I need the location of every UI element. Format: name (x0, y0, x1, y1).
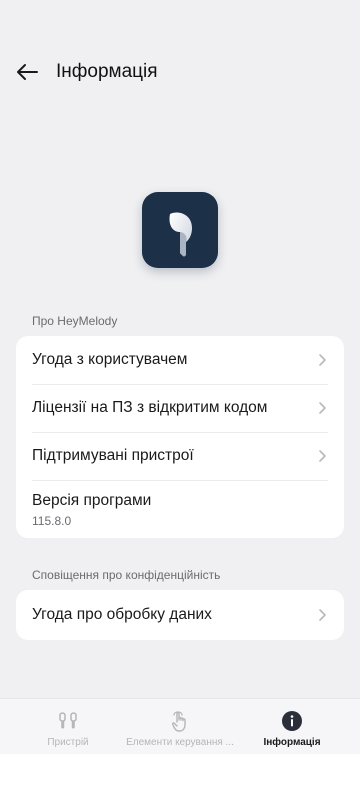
user-agreement-label: Угода з користувачем (32, 351, 188, 368)
nav-tab-device-label: Пристрій (47, 737, 89, 748)
touch-icon (168, 709, 192, 733)
header: Інформація (0, 56, 360, 88)
back-arrow-icon (17, 64, 38, 80)
chevron-right-icon (319, 402, 326, 414)
nav-tab-info-label: Інформація (263, 737, 321, 748)
app-version-label: Версія програми (32, 492, 152, 509)
bottom-navigation: Пристрій Елементи керування ... Інформац… (0, 698, 360, 754)
privacy-section-label: Сповіщення про конфіденційність (32, 568, 221, 582)
data-processing-agreement-row[interactable]: Угода про обробку даних (16, 590, 344, 640)
nav-tab-controls-label: Елементи керування ... (126, 737, 234, 748)
supported-devices-label: Підтримувані пристрої (32, 447, 194, 464)
back-button[interactable] (12, 58, 42, 86)
about-card: Угода з користувачем Ліцензії на ПЗ з ві… (16, 336, 344, 538)
about-section-label: Про HeyMelody (32, 314, 118, 328)
nav-tab-device[interactable]: Пристрій (40, 699, 96, 755)
heymelody-logo-icon (169, 212, 192, 257)
earbuds-icon (56, 709, 80, 733)
chevron-right-icon (319, 609, 326, 621)
page-title: Інформація (56, 61, 158, 82)
privacy-card: Угода про обробку даних (16, 590, 344, 640)
chevron-right-icon (319, 354, 326, 366)
nav-tab-controls[interactable]: Елементи керування ... (122, 699, 238, 755)
system-area (0, 754, 360, 800)
open-source-licenses-row[interactable]: Ліцензії на ПЗ з відкритим кодом (16, 384, 344, 432)
data-processing-agreement-label: Угода про обробку даних (32, 606, 212, 623)
nav-tab-info[interactable]: Інформація (262, 699, 322, 755)
app-version-row: Версія програми 115.8.0 (16, 480, 344, 538)
user-agreement-row[interactable]: Угода з користувачем (16, 336, 344, 384)
info-icon (280, 709, 304, 733)
open-source-licenses-label: Ліцензії на ПЗ з відкритим кодом (32, 399, 268, 416)
supported-devices-row[interactable]: Підтримувані пристрої (16, 432, 344, 480)
chevron-right-icon (319, 450, 326, 462)
info-screen: Інформація Про HeyMelody Угода з користу… (0, 0, 360, 800)
app-logo (142, 192, 218, 268)
app-version-value: 115.8.0 (32, 514, 72, 528)
